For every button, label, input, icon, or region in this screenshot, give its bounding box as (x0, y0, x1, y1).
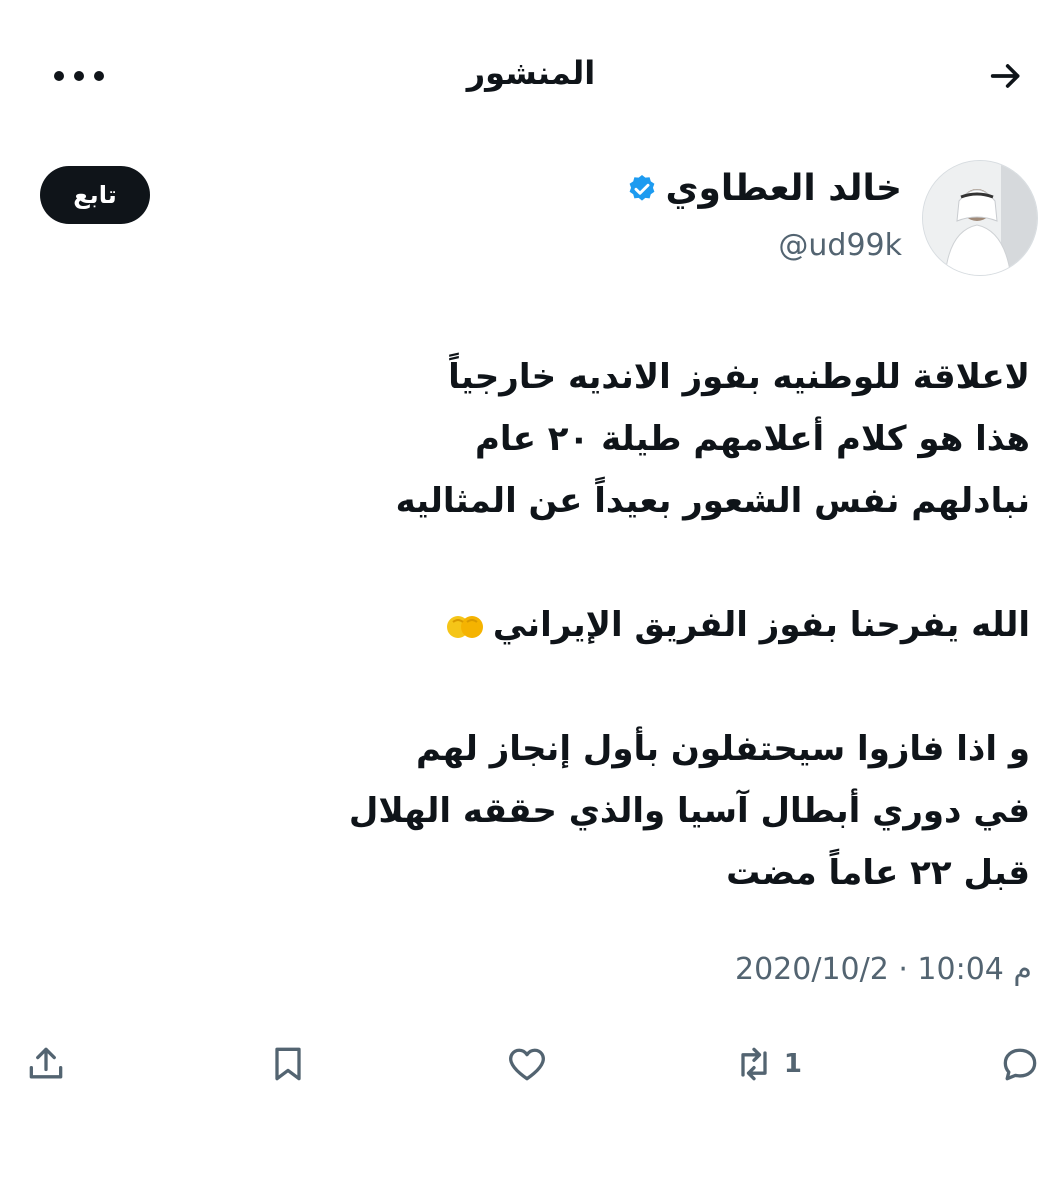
follow-button[interactable]: تابع (40, 166, 150, 224)
tweet-timestamp[interactable]: 2020/10/2 · 10:04 م (735, 952, 1032, 987)
retweet-button[interactable]: 1 (732, 1036, 802, 1092)
author-handle[interactable]: @ud99k (778, 228, 902, 263)
clapping-hands-icon (446, 615, 483, 638)
retweet-count: 1 (783, 1049, 802, 1079)
tweet-line: قبل ٢٢ عاماً مضت (726, 853, 1030, 893)
author-name-row[interactable]: خالد العطاوي (626, 168, 902, 209)
tweet-line: لاعلاقة للوطنيه بفوز الانديه خارجياً (448, 357, 1030, 397)
tweet-line: الله يفرحنا بفوز الفريق الإيراني (492, 605, 1030, 645)
reply-icon (1003, 1048, 1037, 1081)
share-icon (29, 1047, 63, 1079)
avatar[interactable] (922, 160, 1038, 276)
author-name[interactable]: خالد العطاوي (666, 168, 902, 209)
heart-icon (509, 1048, 545, 1081)
bookmark-button[interactable] (266, 1036, 310, 1092)
more-horizontal-icon (54, 71, 104, 81)
retweet-icon (741, 1047, 767, 1081)
tweet-detail-page: المنشور خالد العطاوي @ud99k تابع لاعلاقة… (0, 0, 1062, 1200)
top-bar: المنشور (0, 40, 1062, 110)
share-button[interactable] (24, 1036, 68, 1092)
tweet-line: نبادلهم نفس الشعور بعيداً عن المثاليه (395, 481, 1030, 521)
page-title: المنشور (466, 54, 596, 92)
tweet-line: و اذا فازوا سيحتفلون بأول إنجاز لهم (416, 729, 1030, 769)
tweet-text: لاعلاقة للوطنيه بفوز الانديه خارجياً هذا… (270, 346, 1030, 904)
verified-badge-icon (629, 174, 654, 201)
tweet-line-with-emoji: الله يفرحنا بفوز الفريق الإيراني (270, 594, 1030, 656)
bookmark-icon (275, 1047, 301, 1081)
more-options-button[interactable] (44, 48, 114, 104)
reply-button[interactable] (998, 1036, 1042, 1092)
action-bar: 1 (0, 1030, 1062, 1100)
avatar-image (923, 161, 1037, 275)
tweet-line: في دوري أبطال آسيا والذي حققه الهلال (348, 791, 1030, 831)
like-button[interactable] (505, 1036, 549, 1092)
tweet-line: هذا هو كلام أعلامهم طيلة ٢٠ عام (475, 419, 1030, 459)
